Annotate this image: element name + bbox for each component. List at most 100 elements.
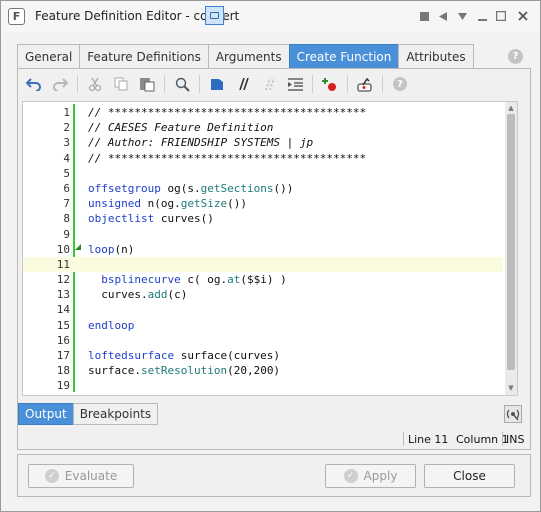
code-token: offsetgroup <box>88 181 161 195</box>
code-token: surface. <box>88 364 141 378</box>
arrow-down-icon[interactable] <box>456 10 468 22</box>
code-token: add <box>147 288 168 302</box>
code-line[interactable]: 2 // CAESES Feature Definition <box>23 120 503 135</box>
code-line[interactable]: 14 <box>23 302 503 317</box>
help-icon[interactable]: ? <box>508 49 523 64</box>
redo-icon[interactable] <box>48 73 72 95</box>
restore-window-icon[interactable] <box>205 6 224 25</box>
copy-icon[interactable] <box>109 73 133 95</box>
debug-antenna-icon[interactable] <box>504 405 522 423</box>
apply-button[interactable]: ✓ Apply <box>325 464 416 488</box>
code-text: // CAESES Feature Definition <box>88 121 274 135</box>
code-line[interactable]: 7 unsigned n(og.getSize()) <box>23 196 503 211</box>
tab-general[interactable]: General <box>17 44 81 68</box>
help-icon[interactable]: ? <box>388 73 412 95</box>
code-line[interactable]: 1 // ************************************… <box>23 105 503 120</box>
status-column: Column 1 <box>456 433 509 446</box>
editor-toolbar: ? <box>22 71 522 97</box>
code-line[interactable]: 13 curves.add(c) <box>23 287 503 302</box>
code-text: objectlist curves() <box>88 211 214 226</box>
tab-attributes[interactable]: Attributes <box>398 44 474 68</box>
evaluate-button[interactable]: ✓ Evaluate <box>28 464 134 488</box>
code-line[interactable]: 19 <box>23 378 503 393</box>
indent-icon[interactable] <box>283 73 307 95</box>
minimize-icon[interactable] <box>476 10 488 22</box>
code-token: setResolution <box>140 364 228 378</box>
code-token: loop <box>88 242 115 256</box>
arrow-left-icon[interactable] <box>437 10 449 22</box>
close-label: Close <box>453 469 486 483</box>
paste-icon[interactable] <box>135 73 159 95</box>
status-bar: Line 11 Column 1 INS <box>18 429 530 449</box>
check-icon: ✓ <box>343 469 358 483</box>
close-icon[interactable] <box>517 10 529 22</box>
code-token: loftedsurface <box>88 349 175 362</box>
square-icon[interactable] <box>418 10 430 22</box>
code-line[interactable]: 15 endloop <box>23 318 503 333</box>
close-button[interactable]: Close <box>424 464 515 488</box>
tab-bar: General Feature Definitions Arguments Cr… <box>17 44 474 68</box>
code-token: (n) <box>114 242 135 256</box>
tab-create-function[interactable]: Create Function <box>288 44 400 68</box>
vertical-scrollbar[interactable]: ▲ ▼ <box>505 102 517 395</box>
cut-icon[interactable] <box>83 73 107 95</box>
line-number: 1 <box>63 106 70 119</box>
code-token: (c) <box>167 288 188 302</box>
code-line[interactable]: 9 <box>23 227 503 242</box>
title-bar[interactable]: F Feature Definition Editor - convert <box>1 1 540 33</box>
run-to-cursor-icon[interactable] <box>353 73 377 95</box>
code-line[interactable]: 11 <box>23 256 503 273</box>
code-token: getSections <box>200 181 274 195</box>
code-token: getSize <box>180 197 228 211</box>
tab-feature-definitions[interactable]: Feature Definitions <box>79 44 209 68</box>
line-number: 18 <box>56 364 70 378</box>
scroll-down-icon[interactable]: ▼ <box>506 383 516 393</box>
code-line[interactable]: 3 // Author: FRIENDSHIP SYSTEMS | jp <box>23 135 503 150</box>
uncomment-icon[interactable] <box>257 73 281 95</box>
line-number: 5 <box>63 166 70 180</box>
code-line[interactable]: 8 objectlist curves() <box>23 211 503 226</box>
code-line[interactable]: 16 <box>23 333 503 348</box>
code-text: bsplinecurve c( og.at($$i) ) <box>88 272 287 287</box>
toolbar-separator <box>382 75 383 93</box>
line-number: 13 <box>56 288 70 302</box>
scroll-up-icon[interactable]: ▲ <box>506 103 516 113</box>
comment-icon[interactable] <box>231 73 255 95</box>
code-token: ($$i) ) <box>240 273 287 287</box>
search-icon[interactable] <box>170 73 194 95</box>
code-text: // Author: FRIENDSHIP SYSTEMS | jp <box>88 136 314 150</box>
code-text: offsetgroup og(s.getSections()) <box>88 181 293 196</box>
tab-output[interactable]: Output <box>18 403 74 425</box>
scrollbar-thumb[interactable] <box>507 114 515 370</box>
code-editor[interactable]: 1 // ************************************… <box>22 101 518 396</box>
status-separator <box>403 432 404 446</box>
toolbar-separator <box>347 75 348 93</box>
code-line[interactable]: 10 loop(n) <box>23 242 503 257</box>
comment-block-icon[interactable] <box>205 73 229 95</box>
code-token: at <box>227 273 241 287</box>
code-line[interactable]: 5 <box>23 166 503 181</box>
toolbar-separator <box>199 75 200 93</box>
main-panel: General Feature Definitions Arguments Cr… <box>17 44 531 450</box>
code-token: curves() <box>154 212 214 226</box>
check-icon: ✓ <box>44 469 59 483</box>
code-line[interactable]: 6 offsetgroup og(s.getSections()) <box>23 181 503 196</box>
insert-breakpoint-icon[interactable] <box>318 73 342 95</box>
maximize-icon[interactable] <box>495 10 507 22</box>
code-token: unsigned <box>88 197 141 211</box>
line-number: 9 <box>63 227 70 241</box>
tab-breakpoints[interactable]: Breakpoints <box>72 403 159 425</box>
undo-icon[interactable] <box>22 73 46 95</box>
line-number: 16 <box>56 333 70 347</box>
code-line[interactable]: 4 // ************************************… <box>23 151 503 166</box>
status-separator <box>502 432 503 446</box>
code-lines: 1 // ************************************… <box>23 105 503 394</box>
code-line[interactable]: 18 surface.setResolution(20,200) <box>23 363 503 378</box>
code-token: surface(curves) <box>174 349 281 362</box>
code-text: // *************************************… <box>88 151 367 165</box>
code-line[interactable]: 12 bsplinecurve c( og.at($$i) ) <box>23 272 503 287</box>
line-number: 12 <box>56 273 70 287</box>
status-line: Line 11 <box>408 433 449 446</box>
code-line[interactable]: 17 loftedsurface surface(curves) <box>23 348 503 363</box>
tab-arguments[interactable]: Arguments <box>207 44 290 68</box>
